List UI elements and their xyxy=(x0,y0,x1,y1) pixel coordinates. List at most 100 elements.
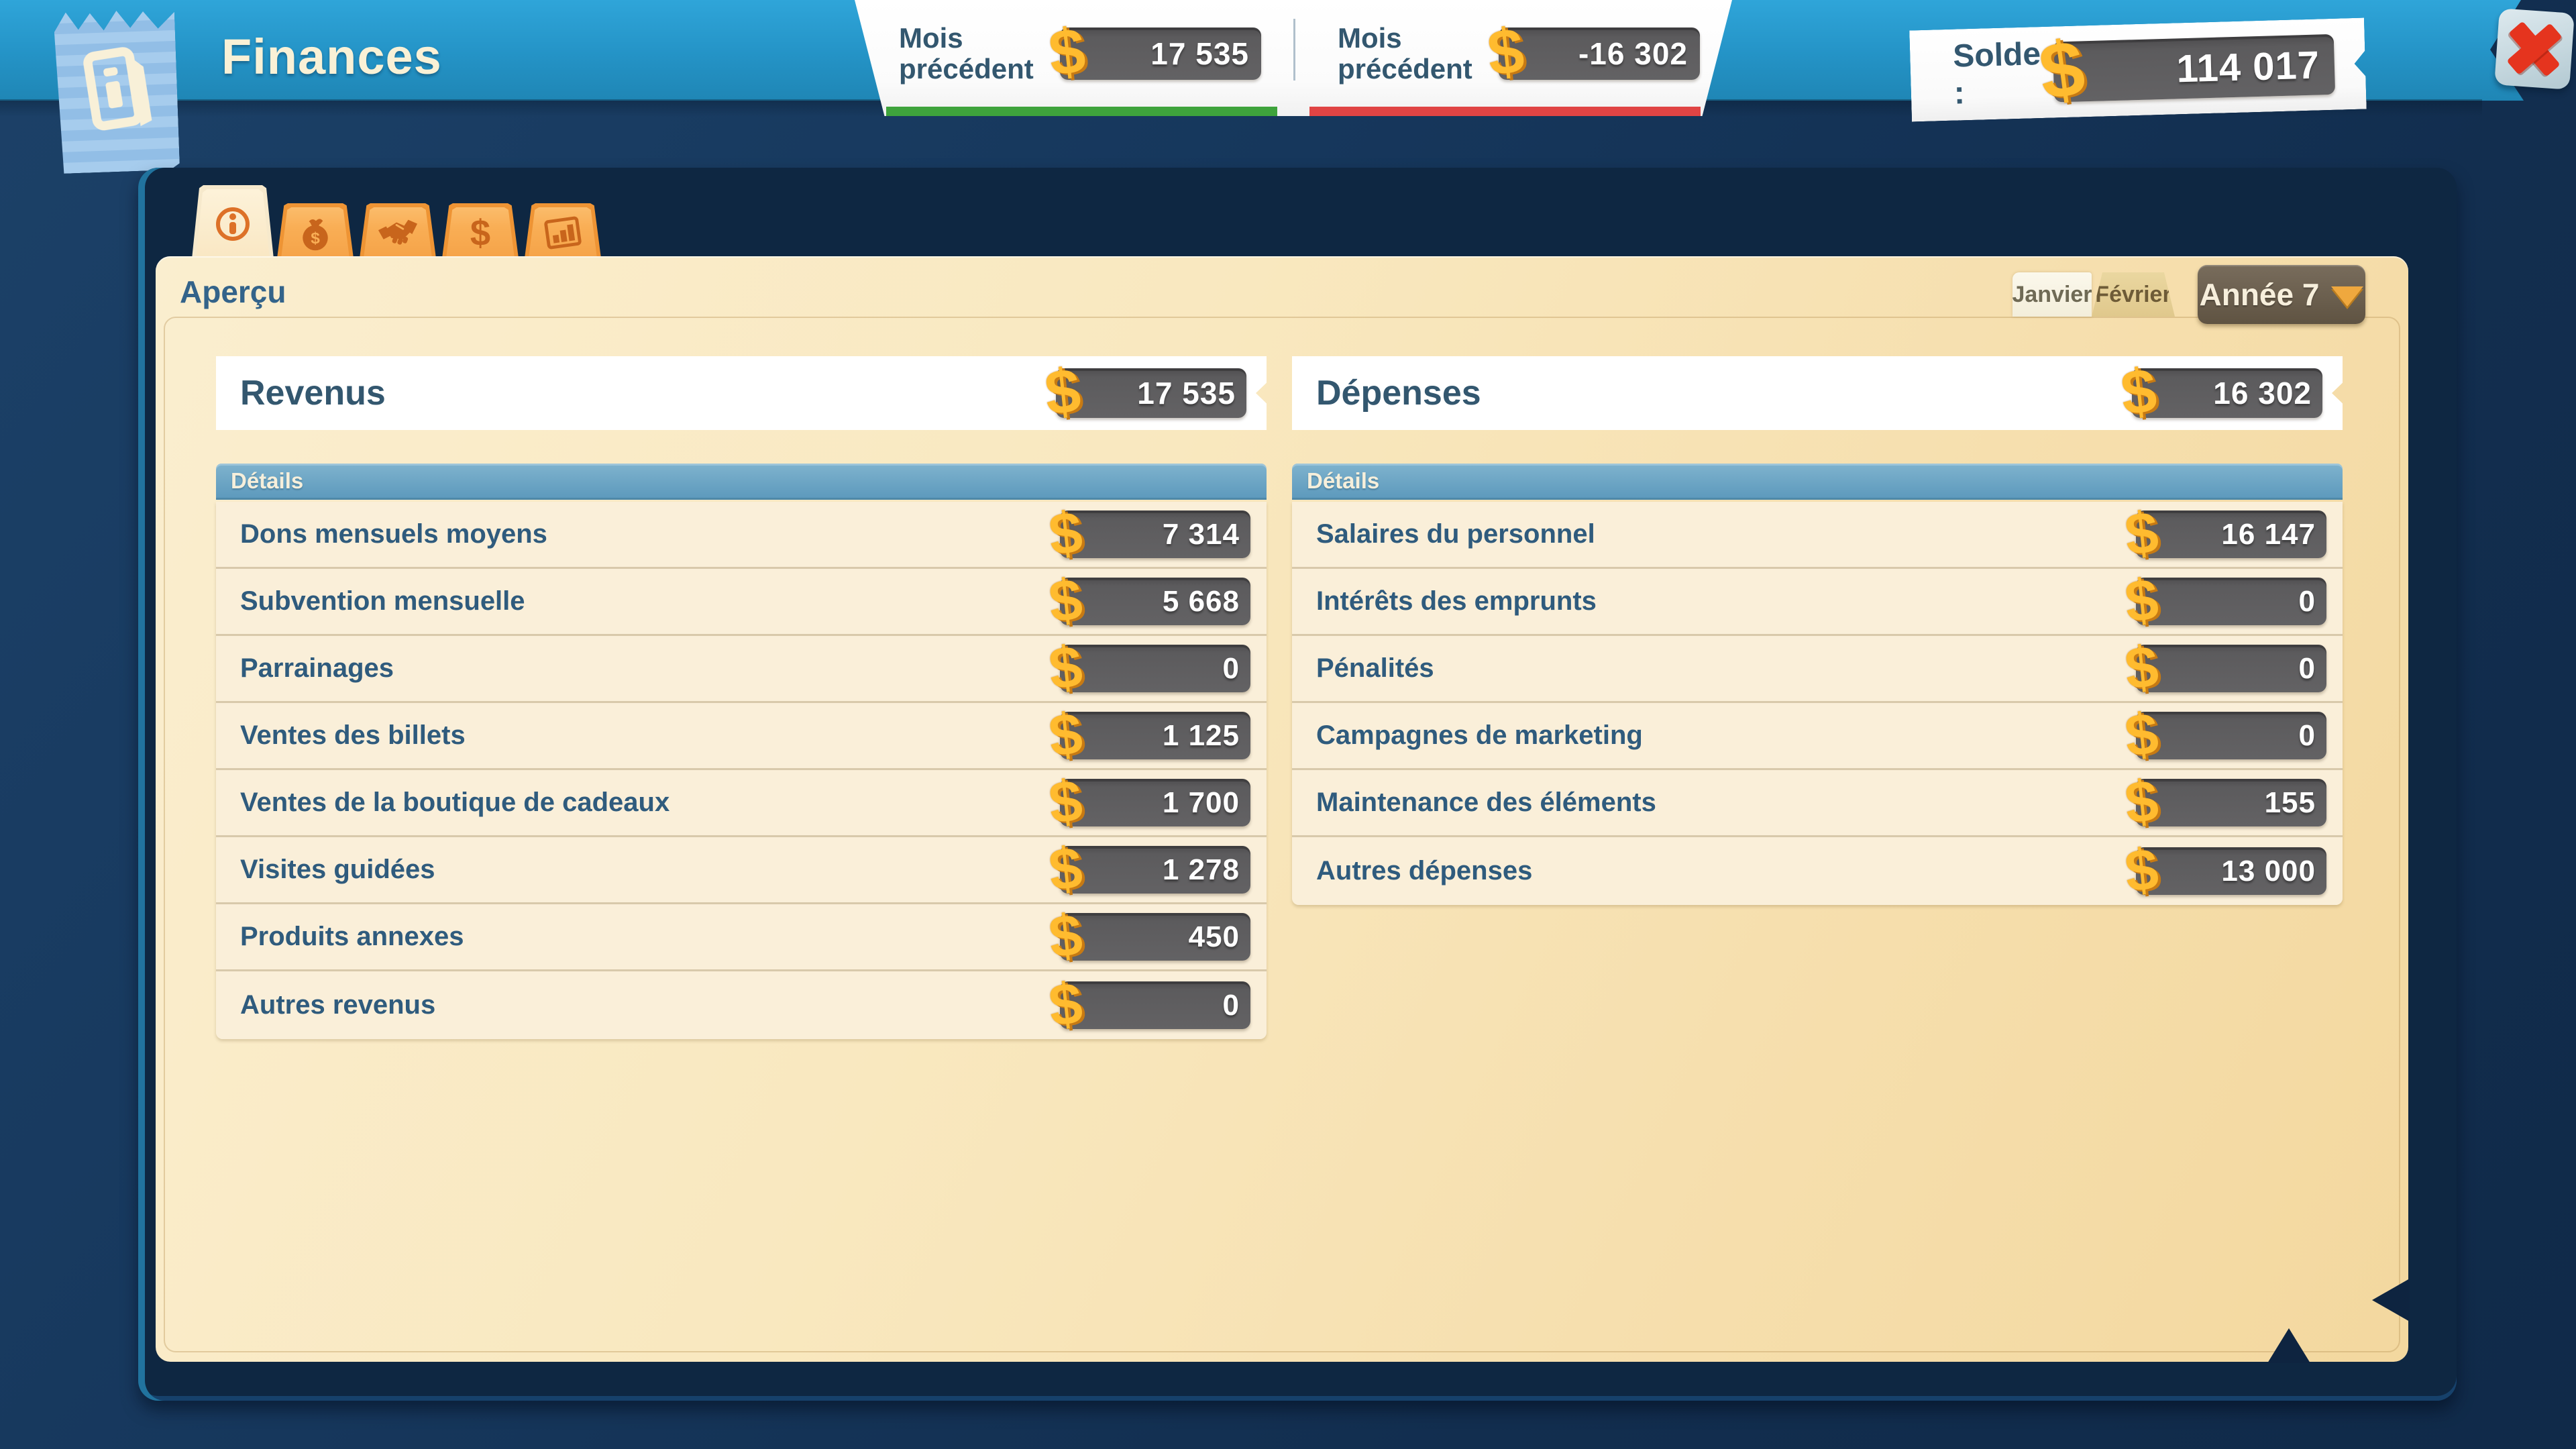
tab-income[interactable]: $ xyxy=(277,203,354,258)
previous-month-income: Mois précédent $ 17 535 xyxy=(855,0,1293,116)
dollar-icon: $ xyxy=(1046,18,1088,86)
table-row: Produits annexes $450 xyxy=(216,904,1267,971)
row-label: Autres dépenses xyxy=(1292,856,1532,886)
row-pill: $1 278 xyxy=(1060,846,1250,894)
row-value: 450 xyxy=(1189,920,1250,954)
previous-month-expense-value: -16 302 xyxy=(1578,36,1700,72)
row-label: Autres revenus xyxy=(216,990,435,1020)
row-pill: $155 xyxy=(2136,779,2326,826)
dollar-icon: $ xyxy=(2123,502,2161,564)
previous-month-income-value: 17 535 xyxy=(1150,36,1261,72)
row-pill: $0 xyxy=(2136,578,2326,625)
previous-month-expense-label: Mois précédent xyxy=(1338,23,1499,84)
table-row: Visites guidées $1 278 xyxy=(216,837,1267,904)
income-total-value: 17 535 xyxy=(1137,375,1246,411)
row-pill: $13 000 xyxy=(2136,847,2326,895)
table-row: Ventes des billets $1 125 xyxy=(216,703,1267,770)
close-icon xyxy=(2509,23,2561,75)
dollar-icon: $ xyxy=(1046,837,1085,900)
expense-summary-card: Dépenses $ 16 302 xyxy=(1292,356,2343,430)
row-value: 16 147 xyxy=(2221,518,2326,551)
row-value: 0 xyxy=(1223,989,1250,1022)
month-button-fevrier[interactable]: Février xyxy=(2092,272,2175,317)
income-rows: Dons mensuels moyens $7 314 Subvention m… xyxy=(216,502,1267,1039)
dollar-icon: $ xyxy=(2123,839,2161,901)
dollar-icon: $ xyxy=(2123,569,2161,631)
expense-rows: Salaires du personnel $16 147 Intérêts d… xyxy=(1292,502,2343,905)
row-label: Dons mensuels moyens xyxy=(216,519,547,549)
expense-total-value: 16 302 xyxy=(2213,375,2322,411)
page-title: Finances xyxy=(221,28,442,85)
row-pill: $1 700 xyxy=(1060,779,1250,826)
row-value: 155 xyxy=(2265,786,2326,820)
chevron-down-icon xyxy=(2331,286,2363,307)
expense-total-pill: $ 16 302 xyxy=(2132,368,2322,418)
svg-text:$: $ xyxy=(311,229,320,248)
previous-month-expense-pill: $ -16 302 xyxy=(1499,28,1700,80)
finances-ticket-icon xyxy=(54,9,180,174)
row-pill: $7 314 xyxy=(1060,511,1250,558)
dollar-icon: $ xyxy=(1485,18,1527,86)
section-title: Aperçu xyxy=(180,274,286,310)
tab-overview-face xyxy=(196,189,270,259)
dollar-icon: $ xyxy=(2123,770,2161,833)
row-value: 0 xyxy=(2299,585,2326,619)
income-details-header: Détails xyxy=(216,464,1267,500)
tab-partnerships[interactable] xyxy=(360,203,436,258)
table-row: Subvention mensuelle $5 668 xyxy=(216,569,1267,636)
dollar-icon: $ xyxy=(460,213,500,253)
row-label: Salaires du personnel xyxy=(1292,519,1595,549)
previous-month-banner: Mois précédent $ 17 535 Mois précédent $… xyxy=(855,0,1732,116)
row-pill: $0 xyxy=(2136,645,2326,692)
previous-month-income-pill: $ 17 535 xyxy=(1060,28,1261,80)
close-button[interactable] xyxy=(2494,8,2575,90)
tab-overview[interactable] xyxy=(192,185,274,259)
tab-statistics[interactable] xyxy=(525,203,601,258)
handshake-icon xyxy=(377,212,419,254)
balance-banner: Solde : $ 114 017 xyxy=(1909,18,2367,122)
expense-details-label: Détails xyxy=(1292,468,1379,494)
tab-pricing[interactable]: $ xyxy=(442,203,519,258)
row-value: 1 125 xyxy=(1163,719,1250,753)
table-row: Autres revenus $0 xyxy=(216,971,1267,1039)
dollar-icon: $ xyxy=(2123,636,2161,698)
table-row: Dons mensuels moyens $7 314 xyxy=(216,502,1267,569)
row-value: 1 278 xyxy=(1163,853,1250,887)
dollar-icon: $ xyxy=(1046,904,1085,967)
table-row: Autres dépenses $13 000 xyxy=(1292,837,2343,905)
dollar-icon: $ xyxy=(1046,569,1085,631)
row-label: Visites guidées xyxy=(216,855,435,885)
income-total-pill: $ 17 535 xyxy=(1056,368,1246,418)
table-row: Maintenance des éléments $155 xyxy=(1292,770,2343,837)
receipt-icon xyxy=(74,40,158,143)
dollar-icon: $ xyxy=(1046,973,1085,1035)
table-row: Parrainages $0 xyxy=(216,636,1267,703)
resize-corner-arrow-left-icon[interactable] xyxy=(2372,1279,2410,1322)
row-pill: $0 xyxy=(1060,645,1250,692)
row-value: 0 xyxy=(2299,652,2326,686)
row-pill: $1 125 xyxy=(1060,712,1250,759)
tab-pricing-face: $ xyxy=(446,207,515,258)
table-row: Intérêts des emprunts $0 xyxy=(1292,569,2343,636)
row-label: Pénalités xyxy=(1292,653,1434,684)
row-pill: $0 xyxy=(2136,712,2326,759)
income-title: Revenus xyxy=(216,373,386,413)
balance-value: 114 017 xyxy=(2176,42,2335,91)
table-row: Campagnes de marketing $0 xyxy=(1292,703,2343,770)
row-value: 0 xyxy=(2299,719,2326,753)
expense-details-header: Détails xyxy=(1292,464,2343,500)
year-dropdown-label: Année 7 xyxy=(2200,276,2320,313)
dollar-icon: $ xyxy=(1042,359,1083,425)
resize-corner-arrow-up-icon[interactable] xyxy=(2267,1328,2310,1363)
dollar-icon: $ xyxy=(1046,502,1085,564)
tab-partnerships-face xyxy=(364,207,432,258)
year-dropdown[interactable]: Année 7 xyxy=(2198,265,2365,324)
income-summary-card: Revenus $ 17 535 xyxy=(216,356,1267,430)
month-button-janvier[interactable]: Janvier xyxy=(2012,272,2092,317)
row-pill: $16 147 xyxy=(2136,511,2326,558)
dollar-icon: $ xyxy=(2118,359,2159,425)
svg-text:$: $ xyxy=(470,213,490,253)
previous-month-expense: Mois précédent $ -16 302 xyxy=(1293,0,1732,116)
row-value: 7 314 xyxy=(1163,518,1250,551)
info-icon xyxy=(211,203,254,246)
